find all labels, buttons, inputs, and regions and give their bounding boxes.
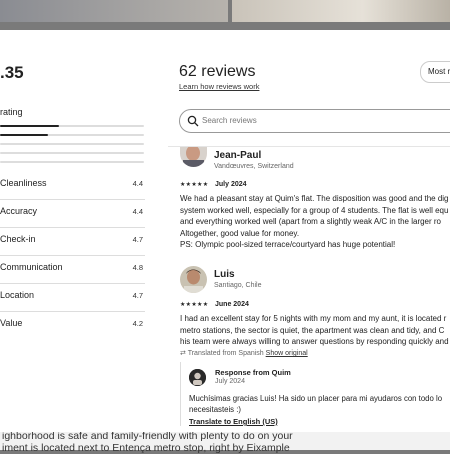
reviews-count-title: 62 reviews — [179, 63, 256, 80]
category-value: 4.7 — [132, 235, 143, 244]
category-label: Check-in — [0, 234, 36, 244]
header-divider — [168, 146, 450, 147]
background-line-2: iment is located next to Entença metro s… — [2, 442, 290, 454]
response-text: Muchísimas gracias Luis! Ha sido un plac… — [189, 393, 442, 415]
listing-photo-left — [0, 0, 228, 22]
review-date: July 2024 — [215, 181, 247, 188]
review-text-line: We had a pleasant stay at Quim's flat. T… — [180, 194, 449, 203]
reviewer-location: Vandœuvres, Switzerland — [214, 163, 294, 170]
reviewer-name: Luis — [214, 269, 235, 280]
category-label: Communication — [0, 262, 63, 272]
category-row-location: Location 4.7 — [0, 284, 145, 312]
reviewer-avatar[interactable] — [180, 266, 207, 293]
host-avatar[interactable] — [189, 369, 206, 386]
review-stars: ★★★★★ — [180, 302, 209, 308]
category-value: 4.7 — [132, 291, 143, 300]
search-reviews-input[interactable]: Search reviews — [179, 109, 450, 133]
reviewer-avatar[interactable] — [180, 147, 207, 167]
translation-note: ⇄ Translated from Spanish Show original — [180, 349, 308, 357]
category-value: 4.4 — [132, 179, 143, 188]
rating-distribution-bar — [0, 152, 144, 154]
response-text-line: necesitasteis :) — [189, 405, 242, 414]
review-text-line: PS: Olympic pool-sized terrace/courtyard… — [180, 240, 396, 249]
translated-from-label: Translated from Spanish — [187, 350, 264, 357]
response-title: Response from Quim — [215, 368, 291, 377]
category-row-value: Value 4.2 — [0, 312, 145, 339]
learn-how-reviews-work-link[interactable]: Learn how reviews work — [179, 82, 259, 91]
review-text-line: system worked well, especially for a gro… — [180, 205, 449, 215]
category-row-check-in: Check-in 4.7 — [0, 228, 145, 256]
review-text-line: his team were always willing to answer q… — [180, 337, 449, 346]
category-label: Accuracy — [0, 206, 38, 216]
rating-distribution-fill — [0, 125, 60, 127]
rating-distribution-bar — [0, 134, 144, 136]
translate-icon: ⇄ — [180, 350, 186, 357]
reviewer-name: Jean-Paul — [214, 150, 262, 161]
review-text-line: Altogether, good value for money. — [180, 228, 300, 238]
rating-distribution-bar — [0, 143, 144, 145]
reviews-dialog: .35 rating Cleanliness 4.4 Accuracy 4.4 … — [0, 30, 450, 432]
rating-distribution-fill — [0, 134, 48, 136]
review-text: We had a pleasant stay at Quim's flat. T… — [180, 193, 449, 251]
reviewer-location: Santiago, Chile — [214, 282, 262, 289]
listing-photo-right — [232, 0, 450, 22]
sort-reviews-button[interactable]: Most re — [420, 61, 450, 83]
overall-rating-label: rating — [0, 107, 23, 117]
review-text: I had an excellent stay for 5 nights wit… — [180, 313, 449, 348]
avatar-photo-icon — [180, 266, 207, 293]
background-description-text: ighborhood is safe and family-friendly w… — [2, 430, 293, 454]
review-stars: ★★★★★ — [180, 182, 209, 188]
search-placeholder: Search reviews — [202, 116, 257, 125]
category-label: Cleanliness — [0, 178, 47, 188]
rating-distribution-bar — [0, 161, 144, 163]
category-value: 4.8 — [132, 263, 143, 272]
response-text-line: Muchísimas gracias Luis! Ha sido un plac… — [189, 394, 443, 403]
overall-score: .35 — [0, 63, 24, 82]
category-label: Value — [0, 318, 23, 328]
response-date: July 2024 — [215, 378, 245, 385]
review-date: June 2024 — [215, 301, 249, 308]
avatar-photo-icon — [180, 147, 207, 167]
review-text-line: I had an excellent stay for 5 nights wit… — [180, 314, 447, 323]
category-row-communication: Communication 4.8 — [0, 256, 145, 284]
host-avatar-icon — [189, 369, 206, 386]
category-row-accuracy: Accuracy 4.4 — [0, 200, 145, 228]
show-original-link[interactable]: Show original — [266, 350, 308, 357]
review-text-line: and everything worked well (apart from a… — [180, 217, 442, 226]
category-label: Location — [0, 290, 35, 300]
rating-distribution-bar — [0, 125, 144, 127]
review-text-line: metro stations, the sector is quiet, the… — [180, 325, 445, 335]
category-row-cleanliness: Cleanliness 4.4 — [0, 172, 145, 200]
translate-response-link[interactable]: Translate to English (US) — [189, 417, 278, 426]
category-value: 4.4 — [132, 207, 143, 216]
search-icon — [187, 115, 199, 127]
response-divider — [180, 362, 181, 426]
category-value: 4.2 — [132, 319, 143, 328]
